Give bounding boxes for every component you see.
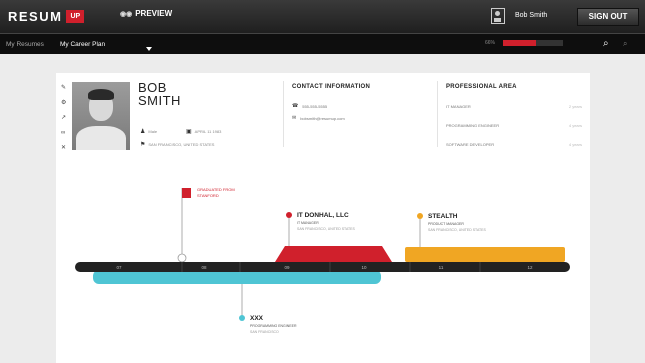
- graduation-flag-icon[interactable]: [182, 188, 191, 198]
- job-detail: SAN FRANCISCO, UNITED STATES: [428, 228, 486, 232]
- year-label: 12: [527, 265, 533, 270]
- job-bar-stealth[interactable]: [405, 247, 565, 262]
- job-bar-xxx[interactable]: [93, 270, 381, 284]
- job-detail: SAN FRANCISCO: [250, 330, 279, 334]
- job-subtitle: PROGRAMMING ENGINEER: [250, 324, 297, 328]
- year-label: 09: [284, 265, 290, 270]
- job-marker[interactable]: [286, 212, 292, 218]
- flag-marker: [177, 253, 187, 263]
- job-subtitle: PRODUCT MANAGER: [428, 222, 464, 226]
- flag-label-line1: GRADUATED FROM: [197, 187, 235, 192]
- job-title: STEALTH: [428, 213, 458, 220]
- job-title: XXX: [250, 315, 264, 322]
- job-marker[interactable]: [417, 213, 423, 219]
- job-title: IT DONHAL, LLC: [297, 212, 349, 219]
- timeline-track: [75, 262, 570, 272]
- job-bar-it-donhal[interactable]: [275, 246, 392, 262]
- job-marker[interactable]: [239, 315, 245, 321]
- year-label: 07: [116, 265, 122, 270]
- job-subtitle: IT MANAGER: [297, 221, 319, 225]
- flag-label-line2: STANFORD: [197, 193, 219, 198]
- year-label: 10: [361, 265, 367, 270]
- job-detail: SAN FRANCISCO, UNITED STATES: [297, 227, 355, 231]
- career-timeline: GRADUATED FROM STANFORD IT DONHAL, LLC I…: [75, 187, 570, 334]
- year-label: 08: [201, 265, 207, 270]
- year-label: 11: [439, 265, 444, 270]
